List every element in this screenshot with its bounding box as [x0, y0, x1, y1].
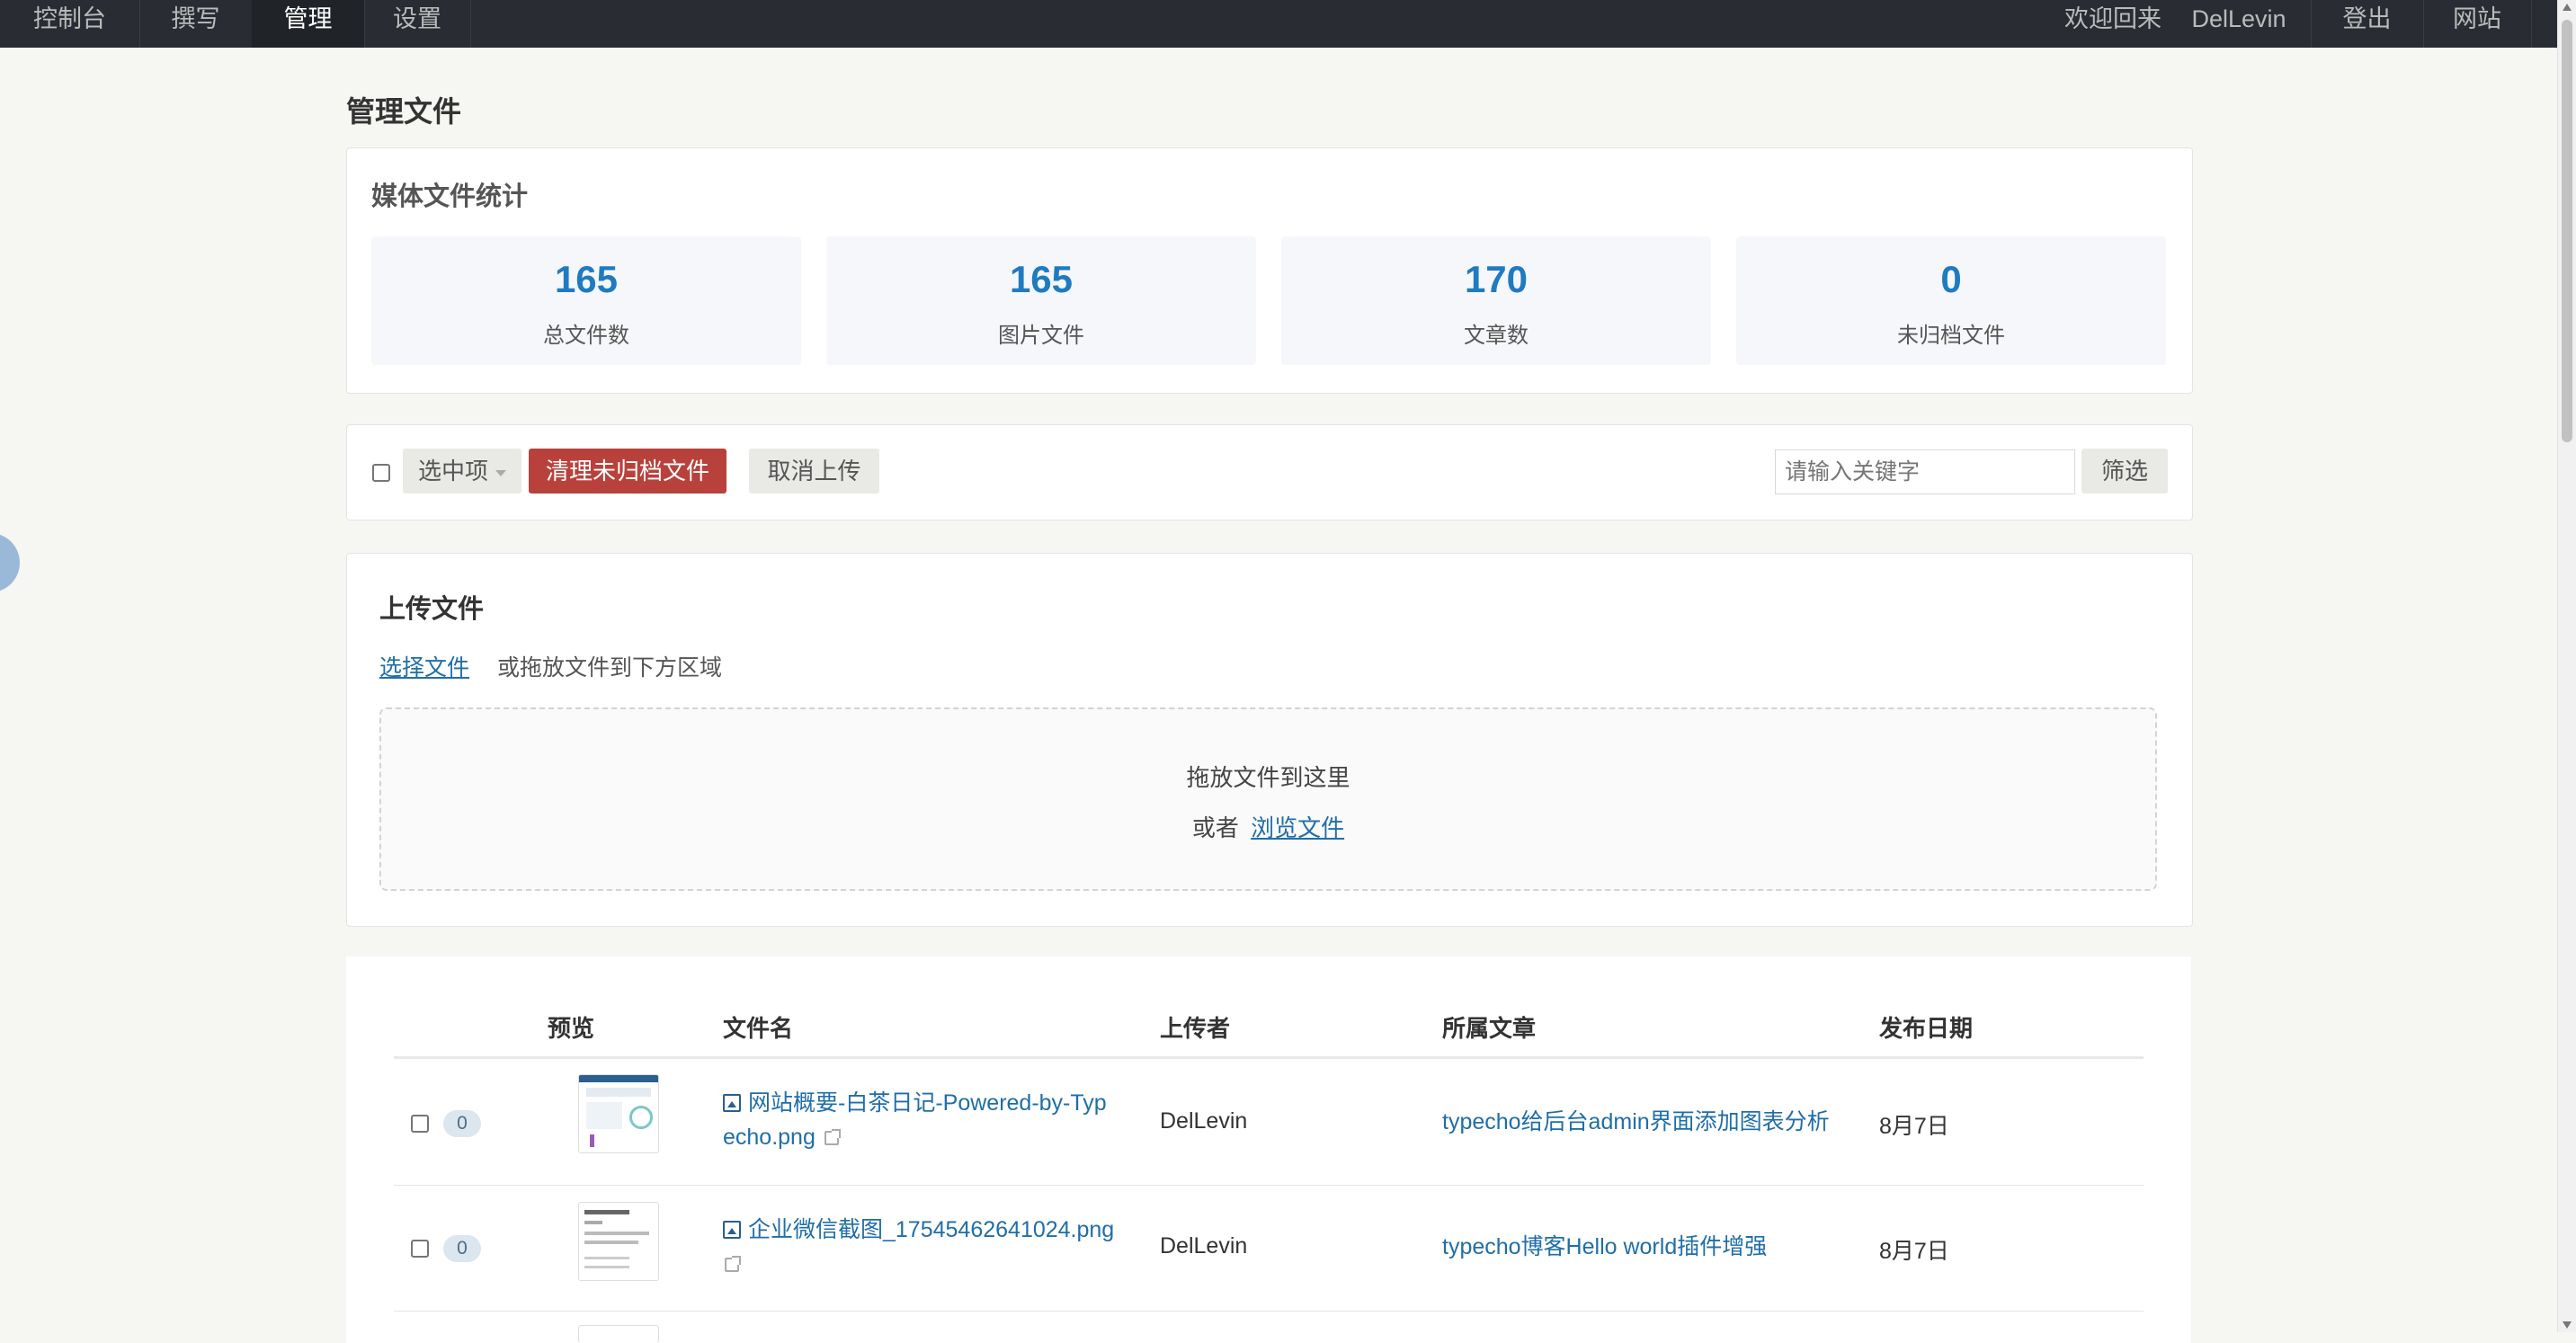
file-thumbnail[interactable] — [578, 1074, 659, 1153]
publish-date: 8月7日 — [1879, 1239, 1949, 1264]
thumb-line — [584, 1241, 638, 1244]
page-title: 管理文件 — [346, 95, 462, 128]
stats-title: 媒体文件统计 — [371, 182, 529, 211]
file-dropzone[interactable]: 拖放文件到这里 或者 浏览文件 — [379, 707, 2157, 891]
filter-button[interactable]: 筛选 — [2081, 449, 2168, 494]
keyword-search-input[interactable] — [1775, 449, 2075, 494]
uploader-name: DelLevin — [1160, 1108, 1248, 1134]
thumb-line — [584, 1266, 629, 1268]
row-divider — [394, 1185, 2144, 1186]
article-link[interactable]: typecho给后台admin界面添加图表分析 — [1442, 1105, 1830, 1139]
upload-hint: 或拖放文件到下方区域 — [496, 655, 722, 680]
comment-count-badge: 0 — [443, 1235, 481, 1262]
page-scrollbar[interactable] — [2557, 0, 2576, 1332]
file-thumbnail[interactable] — [578, 1202, 659, 1281]
thumb-line — [584, 1257, 629, 1259]
logout-link[interactable]: 登出 — [2311, 0, 2424, 48]
stat-card-unarchived: 0 未归档文件 — [1736, 236, 2166, 365]
table-header-divider — [394, 1056, 2144, 1059]
thumb-ring — [629, 1106, 653, 1129]
dropzone-text: 拖放文件到这里 — [1186, 764, 1350, 791]
column-header-date: 发布日期 — [1879, 1015, 1974, 1042]
select-all-checkbox[interactable] — [372, 464, 390, 482]
file-name-line1: 网站概要-白茶日记-Powered-by-Typ — [748, 1090, 1107, 1116]
publish-date: 8月7日 — [1879, 1114, 1949, 1139]
upload-title: 上传文件 — [379, 595, 485, 624]
file-name-link[interactable]: 企业微信截图_17545462641024.png — [723, 1213, 1145, 1281]
chevron-down-icon — [495, 469, 506, 476]
select-dropdown-label: 选中项 — [417, 458, 488, 485]
nav-item-write[interactable]: 撰写 — [139, 0, 253, 48]
select-dropdown-button[interactable]: 选中项 — [403, 449, 521, 494]
scroll-thumb[interactable] — [2562, 20, 2572, 442]
nav-item-settings[interactable]: 设置 — [364, 0, 471, 48]
image-icon — [723, 1221, 741, 1239]
user-profile-link[interactable]: DelLevin — [2167, 0, 2312, 48]
side-float-tab[interactable] — [0, 533, 20, 592]
file-thumbnail[interactable] — [578, 1325, 659, 1343]
stat-value: 0 — [1940, 258, 1962, 300]
stat-card-articles: 170 文章数 — [1281, 236, 1711, 365]
file-name-line1: 企业微信截图_17545462641024.png — [748, 1217, 1115, 1242]
uploader-name: DelLevin — [1160, 1233, 1248, 1259]
column-header-uploader: 上传者 — [1160, 1015, 1231, 1042]
dropzone-browse-row: 或者 浏览文件 — [381, 810, 2155, 843]
upload-choose-row: 选择文件 或拖放文件到下方区域 — [379, 650, 722, 682]
site-link[interactable]: 网站 — [2423, 0, 2532, 48]
thumb-header-bar — [579, 1075, 658, 1082]
external-link-icon[interactable] — [824, 1129, 841, 1145]
stat-value: 170 — [1464, 258, 1529, 300]
row-checkbox[interactable] — [411, 1240, 429, 1258]
column-header-preview: 预览 — [548, 1015, 595, 1042]
row-checkbox[interactable] — [411, 1115, 429, 1133]
choose-file-link[interactable]: 选择文件 — [379, 655, 469, 680]
comment-count-badge: 0 — [443, 1110, 481, 1137]
stat-label: 文章数 — [1464, 324, 1529, 348]
welcome-text: 欢迎回来 — [2064, 5, 2162, 32]
stat-card-images: 165 图片文件 — [826, 236, 1256, 365]
stat-value: 165 — [1009, 258, 1074, 300]
file-name-line2: echo.png — [723, 1125, 816, 1150]
article-link[interactable]: typecho博客Hello world插件增强 — [1442, 1230, 1767, 1264]
stat-label: 总文件数 — [543, 324, 629, 348]
file-name-link[interactable]: 网站概要-白茶日记-Powered-by-Typ echo.png — [723, 1086, 1128, 1154]
thumb-block — [586, 1102, 622, 1129]
stat-card-total: 165 总文件数 — [371, 236, 801, 365]
row-divider — [394, 1311, 2144, 1312]
column-header-article: 所属文章 — [1442, 1015, 1537, 1042]
image-icon — [723, 1094, 741, 1112]
column-header-filename: 文件名 — [723, 1015, 794, 1042]
stat-label: 未归档文件 — [1897, 324, 2005, 348]
dropzone-or-text: 或者 — [1191, 814, 1239, 841]
thumb-line — [586, 1088, 651, 1097]
thumb-line — [584, 1221, 602, 1224]
thumb-bar — [590, 1134, 594, 1147]
browse-files-link[interactable]: 浏览文件 — [1251, 814, 1344, 841]
cancel-upload-button[interactable]: 取消上传 — [749, 449, 879, 494]
thumb-line — [584, 1232, 649, 1235]
nav-item-dashboard[interactable]: 控制台 — [0, 0, 140, 48]
scroll-down-icon[interactable] — [2563, 1321, 2572, 1329]
scroll-up-icon[interactable] — [2563, 4, 2572, 11]
stat-label: 图片文件 — [998, 324, 1084, 348]
top-navbar: 控制台 撰写 管理 设置 欢迎回来 DelLevin 登出 网站 — [0, 0, 2558, 48]
stat-value: 165 — [554, 258, 619, 300]
thumb-line — [584, 1210, 629, 1214]
external-link-icon[interactable] — [725, 1256, 741, 1272]
nav-item-manage[interactable]: 管理 — [252, 0, 365, 48]
clean-unarchived-button[interactable]: 清理未归档文件 — [529, 449, 726, 494]
